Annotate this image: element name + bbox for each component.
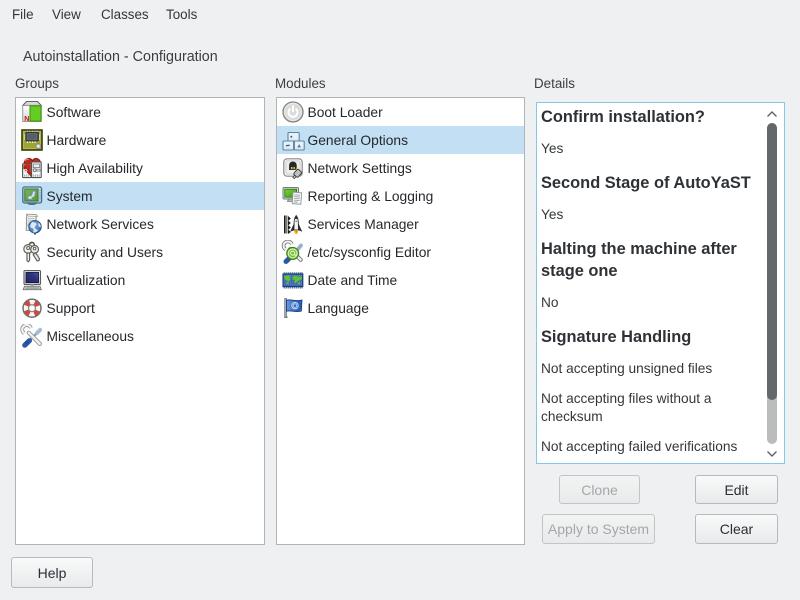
svg-text:N: N — [24, 116, 29, 123]
